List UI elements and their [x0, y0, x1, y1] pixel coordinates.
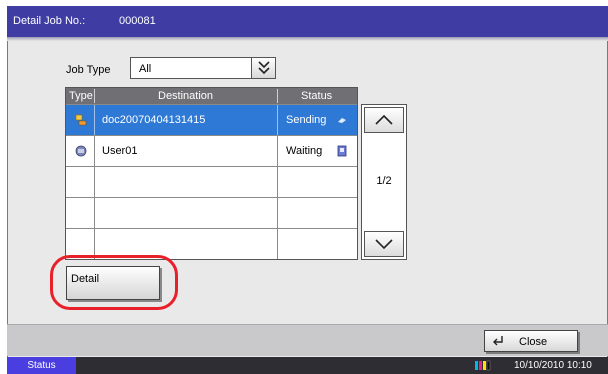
row-status: Sending [286, 114, 327, 126]
status-button[interactable]: Status [7, 357, 76, 374]
close-button[interactable]: Close [484, 330, 578, 352]
row-status: Waiting [286, 145, 323, 157]
row-destination: User01 [102, 145, 138, 157]
table-row[interactable] [66, 197, 357, 228]
cell-divider [277, 136, 278, 166]
column-header-status: Status [301, 90, 333, 102]
row-destination: doc20070404131415 [102, 114, 206, 126]
chevron-up-icon [375, 114, 393, 125]
page-indicator: 1/2 [376, 175, 392, 187]
header-divider [277, 89, 278, 103]
job-table: Type Destination Status doc2007040413141… [65, 87, 358, 260]
toner-icon [474, 360, 492, 371]
double-chevron-down-icon[interactable] [251, 58, 275, 78]
job-type-label: Job Type [66, 64, 111, 76]
sending-icon [337, 114, 347, 126]
title-bar: Detail Job No.: 000081 [7, 6, 608, 41]
cell-divider [94, 105, 95, 135]
title-label: Detail Job No.: [13, 15, 86, 27]
chevron-down-icon [375, 239, 393, 250]
status-bar: Status 10/10/2010 10:10 [7, 357, 608, 374]
close-button-label: Close [519, 336, 548, 348]
column-header-type: Type [69, 90, 93, 102]
datetime: 10/10/2010 10:10 [514, 360, 592, 371]
table-row[interactable]: User01 Waiting [66, 135, 357, 166]
return-arrow-icon [491, 335, 505, 350]
scroll-down-button[interactable] [364, 231, 404, 257]
status-button-label: Status [27, 360, 56, 371]
scroll-up-button[interactable] [364, 107, 404, 133]
table-header: Type Destination Status [66, 88, 357, 104]
cell-divider [277, 229, 278, 259]
pager: 1/2 [361, 104, 407, 260]
cell-divider [277, 105, 278, 135]
table-row[interactable]: doc20070404131415 Sending [66, 104, 357, 135]
table-row[interactable] [66, 166, 357, 197]
cell-divider [94, 167, 95, 197]
job-number: 000081 [119, 15, 156, 27]
title-shadow [7, 37, 608, 41]
cell-divider [277, 167, 278, 197]
cell-divider [94, 136, 95, 166]
job-type-select[interactable]: All [130, 57, 276, 79]
header-divider [94, 89, 95, 103]
folder-icon [74, 144, 88, 158]
waiting-icon [337, 145, 347, 157]
cell-divider [277, 198, 278, 228]
job-type-value: All [139, 63, 152, 75]
column-header-destination: Destination [158, 90, 214, 102]
highlight-circle [50, 255, 178, 310]
cell-divider [94, 198, 95, 228]
send-icon [74, 113, 88, 127]
